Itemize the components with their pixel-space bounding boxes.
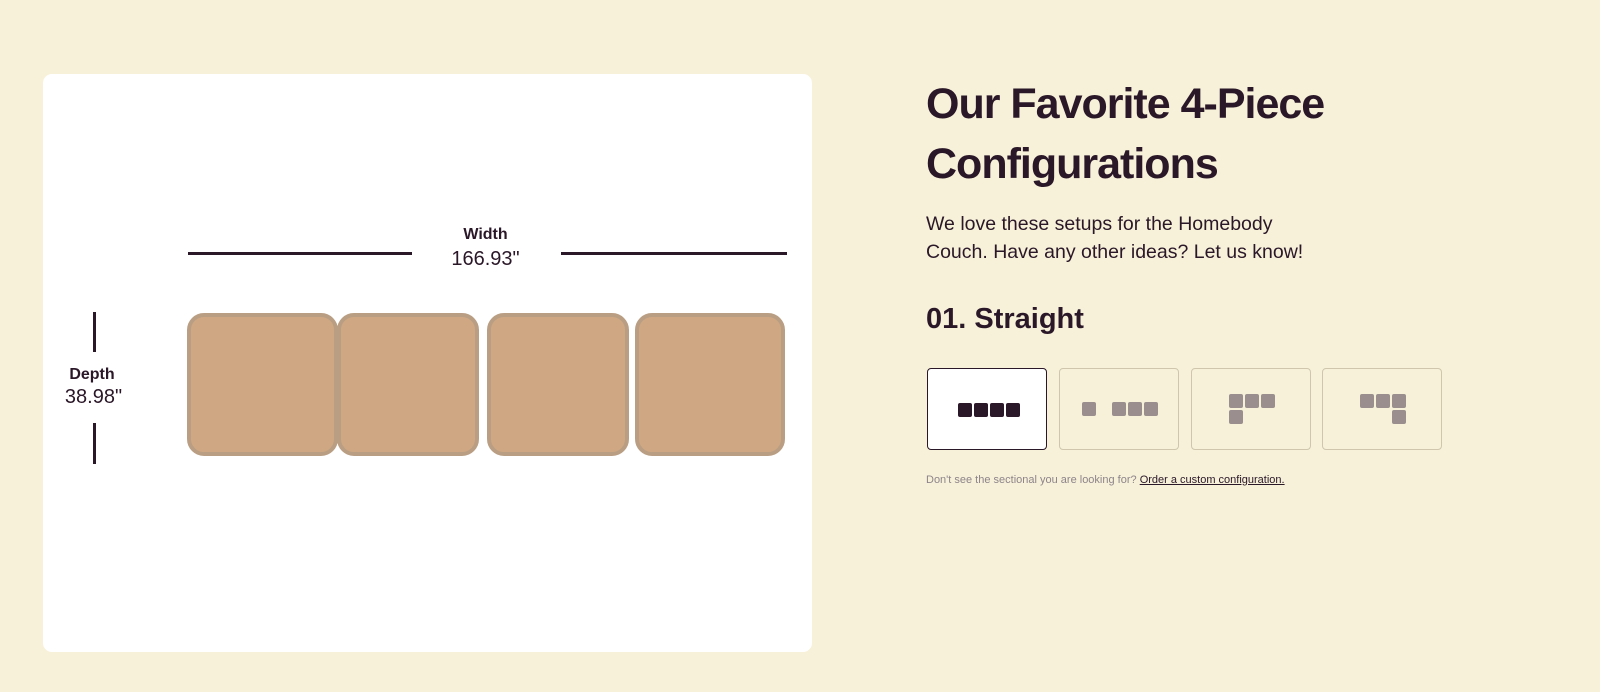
width-value: 166.93" xyxy=(451,248,520,270)
width-label: Width xyxy=(463,226,508,243)
custom-configuration-link[interactable]: Order a custom configuration. xyxy=(1140,474,1285,486)
config-option-split[interactable] xyxy=(1059,368,1179,450)
split-config-icon xyxy=(1082,402,1158,416)
config-option-sectional-right[interactable] xyxy=(1322,368,1442,450)
couch-seat-3 xyxy=(487,313,629,456)
config-option-straight[interactable] xyxy=(927,368,1047,450)
width-dimension-line-right xyxy=(561,252,787,255)
custom-config-note-text: Don't see the sectional you are looking … xyxy=(926,474,1140,486)
couch-preview-card: Width 166.93" Depth 38.98" xyxy=(43,74,812,652)
couch-seat-4 xyxy=(635,313,785,456)
width-dimension-line-left xyxy=(188,252,412,255)
depth-dimension-line-bottom xyxy=(93,423,96,464)
config-option-sectional-left[interactable] xyxy=(1191,368,1311,450)
configuration-title: 01. Straight xyxy=(926,303,1084,335)
couch-seat-2 xyxy=(337,313,479,456)
page-title: Our Favorite 4-Piece Configurations xyxy=(926,80,1325,188)
sectional-left-config-icon xyxy=(1229,394,1275,424)
custom-config-note: Don't see the sectional you are looking … xyxy=(926,474,1285,486)
depth-dimension-line-top xyxy=(93,312,96,352)
sectional-right-config-icon xyxy=(1360,394,1406,424)
straight-config-icon xyxy=(958,403,1020,417)
page-description: We love these setups for the Homebody Co… xyxy=(926,213,1304,263)
depth-value: 38.98" xyxy=(64,386,123,408)
couch-seat-1 xyxy=(187,313,338,456)
depth-label: Depth xyxy=(69,366,115,383)
